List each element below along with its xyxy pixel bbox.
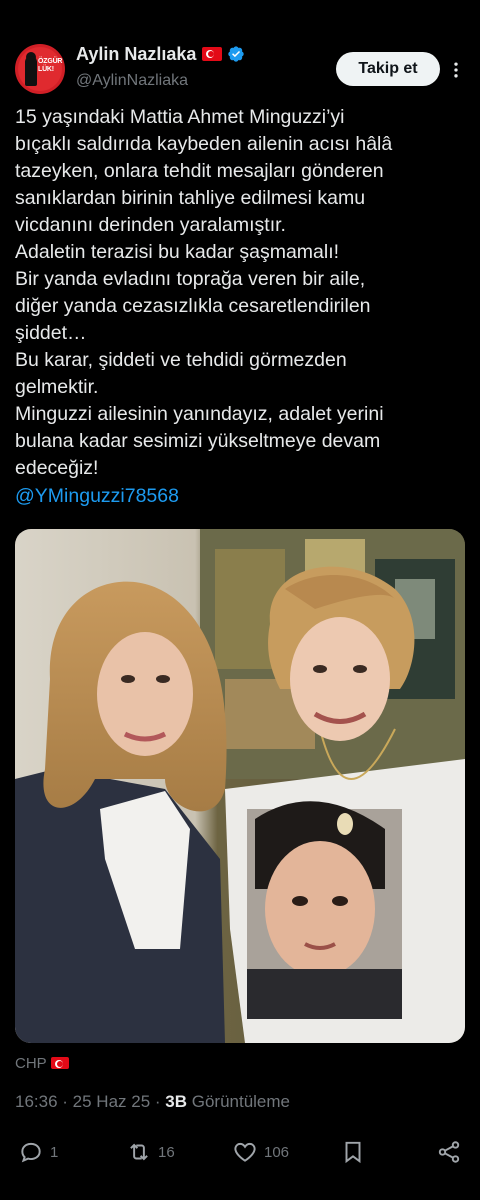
avatar-logo-line-2: LÜK! (38, 66, 54, 73)
views-count: 3B (165, 1092, 187, 1111)
reply-button[interactable]: 1 (18, 1132, 58, 1172)
avatar-figure (25, 56, 37, 86)
repost-icon (130, 1143, 148, 1161)
author-avatar[interactable]: ÖZGÜR LÜK! (15, 44, 65, 94)
photo-illustration (15, 529, 465, 1043)
reply-count: 1 (50, 1143, 59, 1161)
bookmark-button[interactable] (340, 1132, 372, 1172)
author-handle[interactable]: @AylinNazliaka (76, 72, 188, 90)
avatar-logo-text: ÖZGÜR LÜK! (38, 58, 62, 74)
share-icon (438, 1141, 460, 1163)
tweet-meta: 16:36 · 25 Haz 25 · 3B Görüntüleme (15, 1092, 291, 1111)
tweet-photo[interactable] (15, 529, 465, 1043)
tweet-time[interactable]: 16:36 (15, 1092, 58, 1111)
follow-button[interactable]: Takip et (336, 52, 440, 86)
verified-badge-icon (228, 46, 245, 62)
share-button[interactable] (436, 1132, 468, 1172)
mention-link[interactable]: @YMinguzzi78568 (15, 485, 179, 508)
tweet-header: ÖZGÜR LÜK! Aylin Nazlıaka @AylinNazliaka… (0, 40, 480, 100)
heart-icon (234, 1142, 256, 1162)
views-label: Görüntüleme (191, 1092, 291, 1111)
tweet-text: 15 yaşındaki Mattia Ahmet Minguzzi’yi bı… (15, 106, 393, 479)
more-options-icon[interactable] (446, 60, 466, 80)
reply-icon (21, 1142, 41, 1163)
bookmark-icon (345, 1141, 361, 1164)
turkey-flag-icon (50, 1057, 69, 1069)
avatar-logo-line-1: ÖZGÜR (38, 58, 63, 65)
author-name[interactable]: Aylin Nazlıaka (76, 44, 196, 64)
repost-count: 16 (158, 1143, 175, 1161)
tweet-actions: 1 16 106 (0, 1132, 480, 1172)
like-button[interactable]: 106 (232, 1132, 289, 1172)
repost-button[interactable]: 16 (126, 1132, 175, 1172)
like-count: 106 (264, 1143, 290, 1161)
turkey-flag-icon (202, 47, 223, 61)
tweet-date[interactable]: 25 Haz 25 (73, 1092, 151, 1111)
source-label[interactable]: CHP (15, 1055, 47, 1072)
author-name-row[interactable]: Aylin Nazlıaka (76, 44, 245, 65)
tweet-source[interactable]: CHP (15, 1055, 69, 1072)
